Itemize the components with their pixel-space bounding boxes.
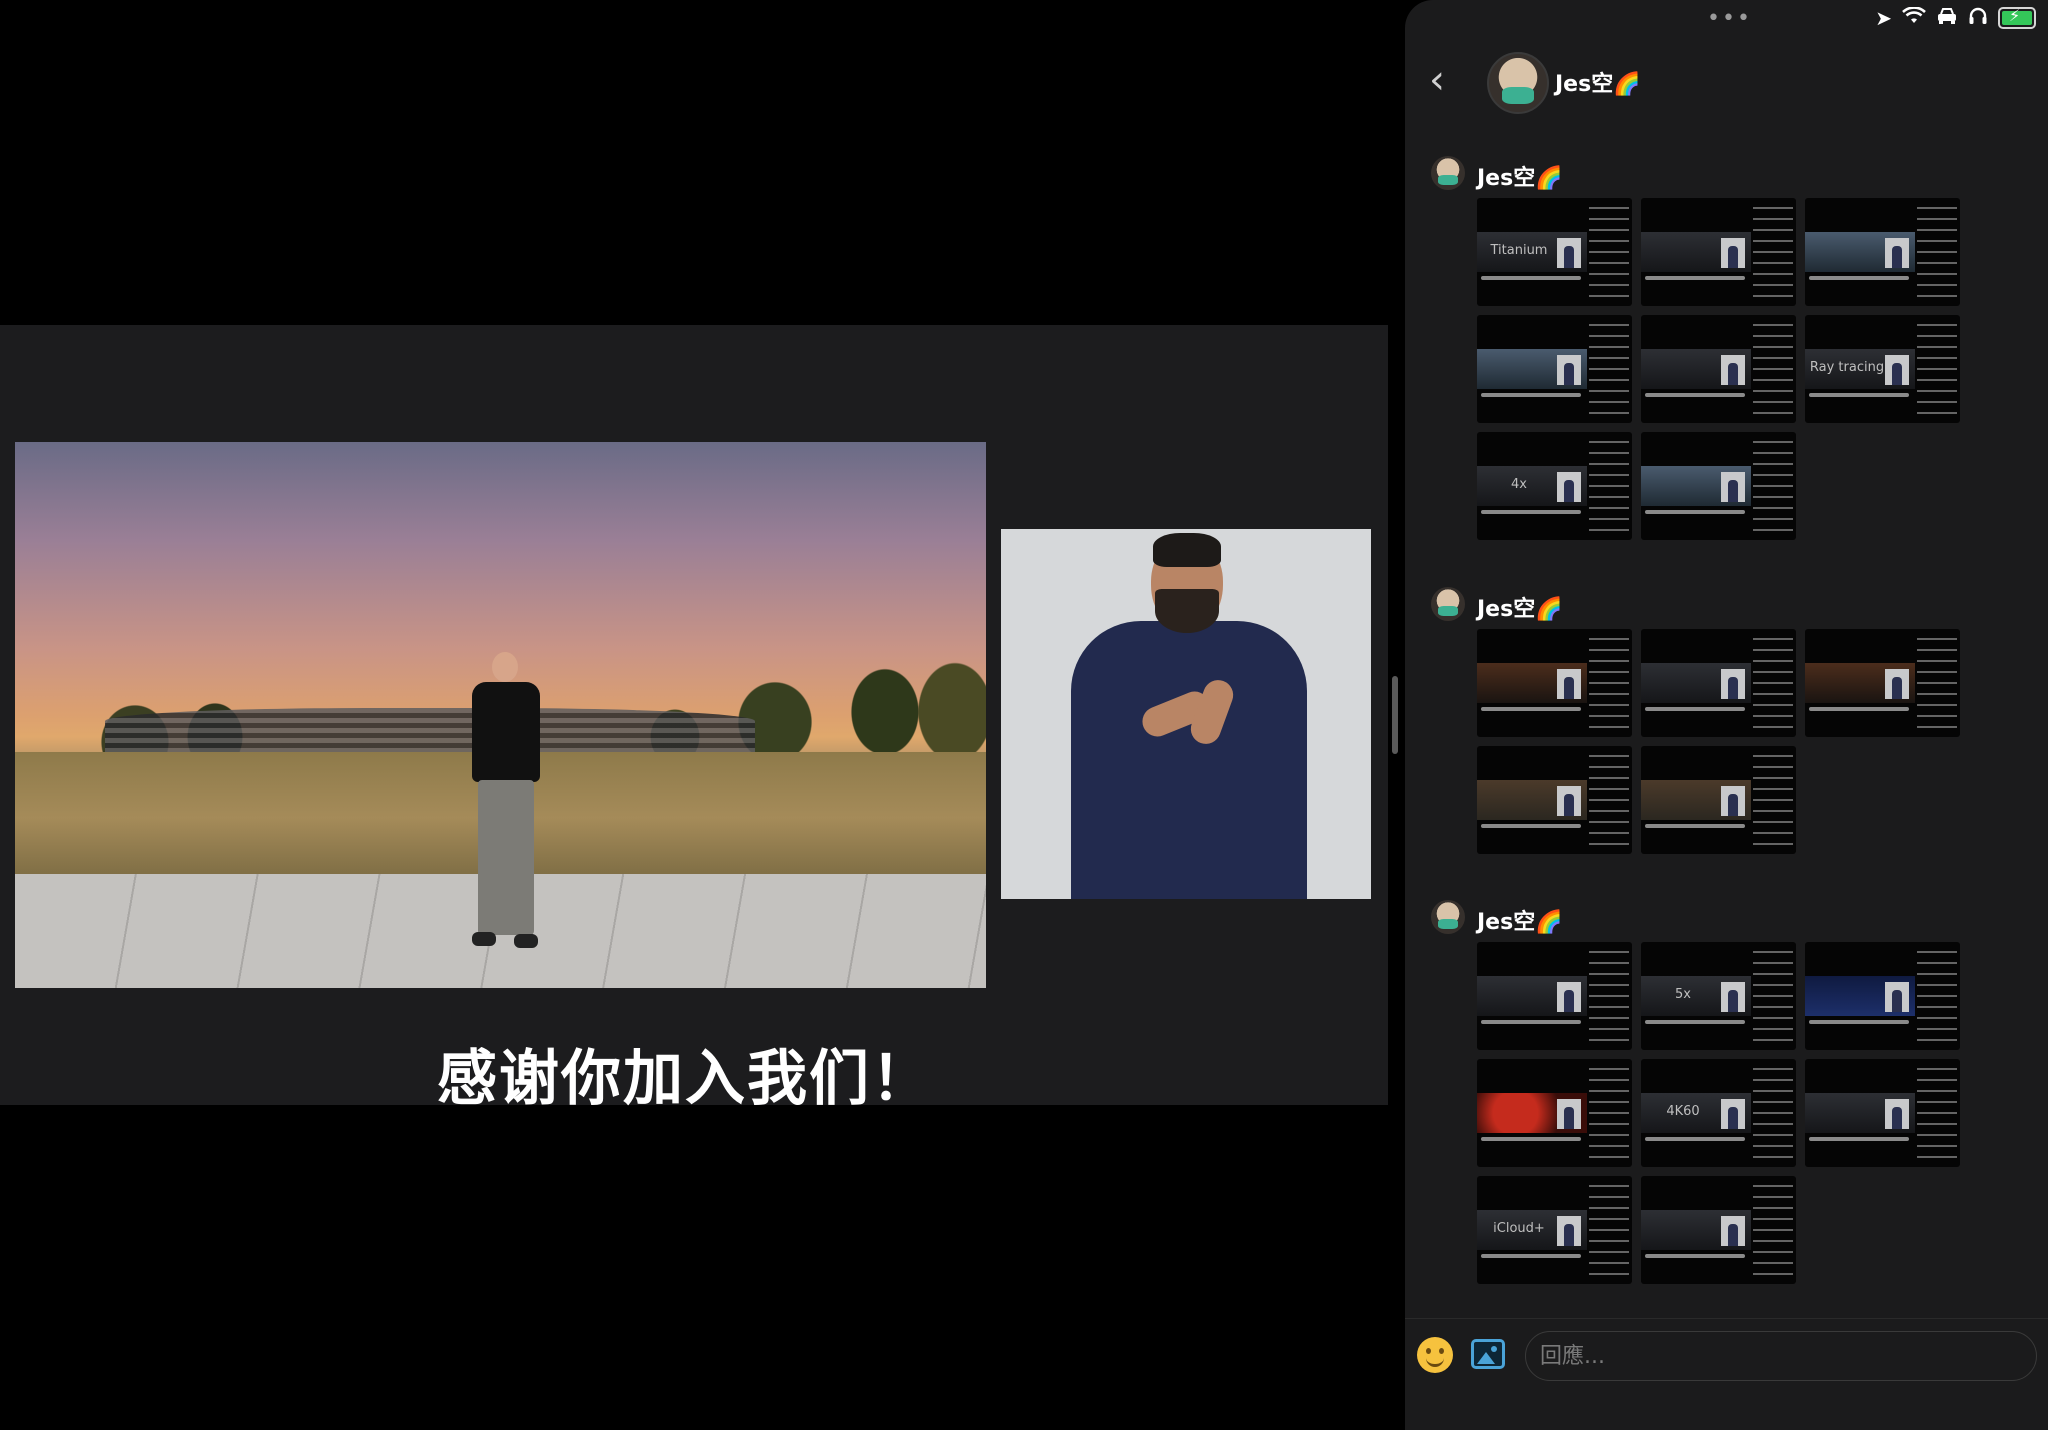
- reply-input[interactable]: [1525, 1331, 2037, 1381]
- wifi-icon: [1902, 6, 1926, 30]
- emoji-icon[interactable]: [1417, 1337, 1453, 1373]
- status-bar: ••• ➤ ⚡: [1405, 0, 2048, 40]
- sign-language-interpreter-video[interactable]: [1001, 529, 1371, 899]
- image-thumbnail[interactable]: 5x: [1641, 942, 1796, 1050]
- thumbnail-caption: 4K60: [1666, 1104, 1700, 1119]
- contact-name[interactable]: Jes空🌈: [1555, 66, 1641, 98]
- main-video-frame[interactable]: [15, 442, 986, 988]
- thumbnail-caption: 5x: [1675, 987, 1691, 1002]
- thumbnail-caption: Titanium: [1490, 243, 1548, 258]
- image-thumbnail[interactable]: [1477, 629, 1632, 737]
- video-subtitle: 感谢你加入我们！: [437, 1044, 933, 1114]
- split-view-divider-handle[interactable]: [1392, 676, 1398, 754]
- sender-name: Jes空🌈: [1477, 166, 1563, 191]
- headphones-icon: [1968, 6, 1988, 30]
- sender-avatar[interactable]: [1431, 587, 1465, 621]
- more-options-icon[interactable]: •••: [1707, 6, 1752, 31]
- chat-header: ‹ Jes空🌈: [1405, 48, 2048, 118]
- back-chevron-icon[interactable]: ‹: [1429, 60, 1445, 100]
- image-thumbnail[interactable]: [1805, 198, 1960, 306]
- image-thumbnail[interactable]: [1641, 315, 1796, 423]
- message-composer: [1405, 1318, 2048, 1430]
- image-thumbnail[interactable]: [1641, 432, 1796, 540]
- image-thumbnail[interactable]: Titanium: [1477, 198, 1632, 306]
- image-thumbnail[interactable]: [1641, 198, 1796, 306]
- thumbnail-caption: Ray tracing: [1809, 360, 1885, 375]
- car-icon: [1936, 6, 1958, 30]
- image-thumbnail[interactable]: 4x: [1477, 432, 1632, 540]
- thumbnail-caption: 4x: [1511, 477, 1527, 492]
- image-thumbnail[interactable]: 4K60: [1641, 1059, 1796, 1167]
- thumbnail-caption: iCloud+: [1493, 1221, 1545, 1236]
- status-icons: ➤ ⚡: [1875, 6, 2036, 30]
- campus-building: [105, 708, 755, 752]
- sender-name: Jes空🌈: [1477, 597, 1563, 622]
- image-thumbnail[interactable]: [1641, 1176, 1796, 1284]
- video-stage[interactable]: [0, 325, 1388, 1105]
- image-thumbnail[interactable]: [1477, 315, 1632, 423]
- battery-charging-icon: ⚡: [1998, 6, 2036, 29]
- image-thumbnail[interactable]: [1805, 942, 1960, 1050]
- video-app: 感谢你加入我们！: [0, 0, 1388, 1430]
- image-thumbnail[interactable]: [1805, 629, 1960, 737]
- image-thumbnail[interactable]: [1641, 746, 1796, 854]
- image-icon[interactable]: [1471, 1339, 1505, 1369]
- image-thumbnail[interactable]: [1641, 629, 1796, 737]
- image-thumbnail[interactable]: [1805, 1059, 1960, 1167]
- location-arrow-icon: ➤: [1875, 6, 1892, 30]
- presenter-figure: [462, 652, 550, 952]
- sender-name: Jes空🌈: [1477, 910, 1563, 935]
- image-thumbnail[interactable]: iCloud+: [1477, 1176, 1632, 1284]
- image-thumbnail[interactable]: [1477, 1059, 1632, 1167]
- image-thumbnail[interactable]: [1477, 746, 1632, 854]
- contact-avatar[interactable]: [1487, 52, 1549, 114]
- chat-panel: ••• ➤ ⚡ ‹ Jes空🌈 Jes空🌈 Titanium Ray tracing…: [1405, 0, 2048, 1430]
- sender-avatar[interactable]: [1431, 156, 1465, 190]
- image-thumbnail[interactable]: [1477, 942, 1632, 1050]
- image-thumbnail[interactable]: Ray tracing: [1805, 315, 1960, 423]
- sender-avatar[interactable]: [1431, 900, 1465, 934]
